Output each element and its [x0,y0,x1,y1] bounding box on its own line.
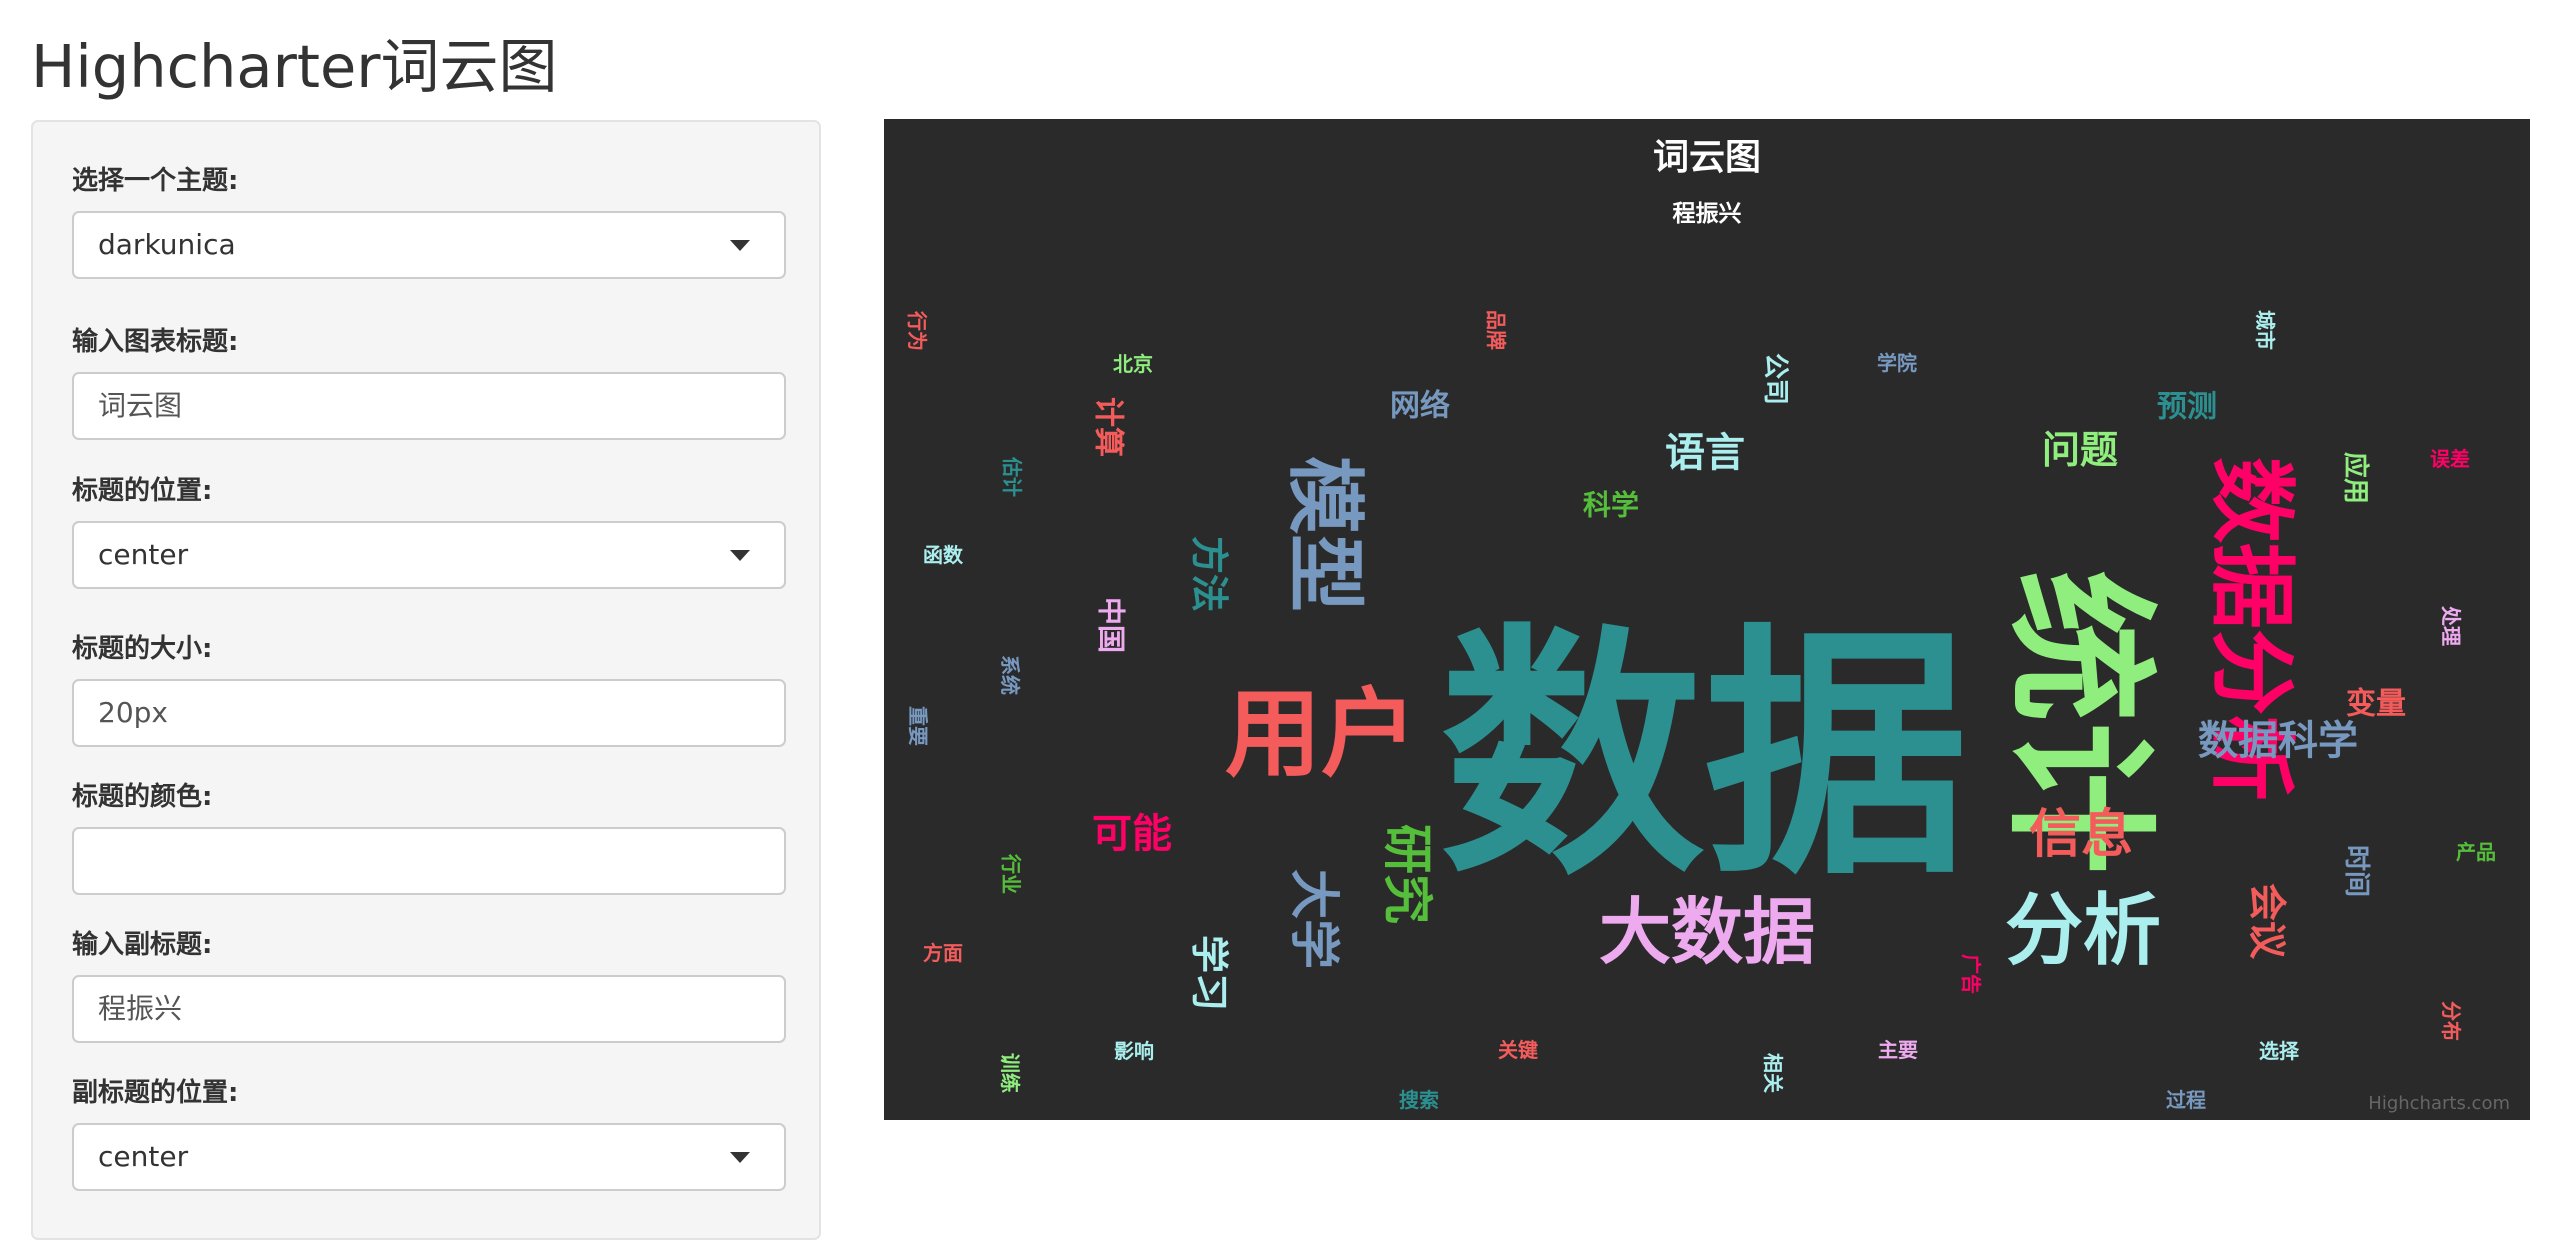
word-29[interactable]: 品牌 [1484,310,1508,350]
word-4[interactable]: 模型 [1279,456,1369,612]
settings-sidebar: 选择一个主题: darkunica 输入图表标题: 标题的位置: center … [31,120,821,1240]
word-34[interactable]: 系统 [998,655,1022,695]
word-43[interactable]: 关键 [1498,1038,1538,1062]
word-38[interactable]: 产品 [2456,840,2496,864]
chevron-down-icon [730,550,750,561]
title-position-value: center [98,538,189,571]
word-39[interactable]: 方面 [923,941,963,965]
theme-select-value: darkunica [98,228,236,261]
word-44[interactable]: 相关 [1761,1053,1785,1093]
word-42[interactable]: 影响 [1114,1039,1154,1063]
subtitle-position-label: 副标题的位置: [72,1078,239,1108]
subtitle-position-value: center [98,1140,189,1173]
chart-title-label: 输入图表标题: [72,327,239,357]
subtitle-field [72,975,786,1043]
title-size-field [72,679,786,747]
subtitle-input[interactable] [98,977,760,1041]
page-title: Highcharter词云图 [31,32,558,101]
chart-title-input[interactable] [98,374,760,438]
word-8[interactable]: 数据科学 [2198,718,2358,764]
word-15[interactable]: 学习 [1187,935,1231,1011]
word-22[interactable]: 中国 [1095,597,1128,653]
chart-subtitle: 程振兴 [1673,200,1742,227]
word-45[interactable]: 主要 [1878,1038,1918,1062]
word-26[interactable]: 北京 [1113,352,1153,376]
word-40[interactable]: 广告 [1959,954,1983,994]
word-23[interactable]: 应用 [2340,452,2371,504]
word-14[interactable]: 方法 [1187,536,1231,612]
word-24[interactable]: 公司 [1760,353,1790,405]
words-layer: 数据 统计 数据分析用户模型大数据 分析信息数据科学研究大学语言可能问题方法学习会议变… [905,310,2496,1112]
word-47[interactable]: 分布 [2439,1001,2463,1041]
word-11[interactable]: 语言 [1665,430,1745,476]
theme-label: 选择一个主题: [72,166,239,196]
word-46[interactable]: 选择 [2259,1039,2300,1063]
word-19[interactable]: 网络 [1390,389,1450,424]
word-9[interactable]: 研究 [1378,824,1436,924]
word-30[interactable]: 城市 [2253,310,2277,350]
word-36[interactable]: 处理 [2439,605,2463,646]
wordcloud-svg: 词云图 程振兴 数据 统计 数据分析用户模型大数据 分析信息数据科学研究大学语言可能问… [905,137,2510,1114]
chart-title: 词云图 [1653,137,1761,178]
word-25[interactable]: 时间 [2341,845,2371,897]
title-color-label: 标题的颜色: [72,782,213,812]
word-48[interactable]: 搜索 [1399,1088,1439,1112]
theme-select[interactable]: darkunica [72,211,786,279]
highcharts-credits[interactable]: Highcharts.com [2368,1093,2510,1114]
wordcloud-chart: 词云图 程振兴 数据 统计 数据分析 用户 模型 大数据 分析 信息 数据科学 研究 大学 语言 可能问… [884,119,2530,1120]
word-18[interactable]: 预测 [2157,390,2217,425]
word-10[interactable]: 大学 [1285,869,1343,969]
chart-title-field [72,372,786,440]
title-position-label: 标题的位置: [72,476,213,506]
word-7[interactable]: 信息 [2029,805,2133,865]
word-32[interactable]: 估计 [1000,456,1024,497]
word-13[interactable]: 问题 [2042,428,2118,472]
word-49[interactable]: 过程 [2166,1088,2206,1112]
word-3[interactable]: 用户 [1225,678,1417,790]
word-27[interactable]: 学院 [1877,351,1917,375]
word-5[interactable]: 大数据 [1599,890,1815,974]
chevron-down-icon [730,1152,750,1163]
subtitle-position-select[interactable]: center [72,1123,786,1191]
word-41[interactable]: 训练 [998,1053,1022,1093]
chevron-down-icon [730,240,750,251]
title-size-input[interactable] [98,681,760,745]
word-31[interactable]: 误差 [2430,447,2470,471]
word-12[interactable]: 可能 [1092,811,1172,857]
title-color-input[interactable] [98,829,760,893]
word-0[interactable]: 数据 [1440,604,1968,911]
word-37[interactable]: 行业 [999,853,1023,894]
title-color-field [72,827,786,895]
word-28[interactable]: 行为 [905,310,929,351]
title-size-label: 标题的大小: [72,634,213,664]
word-21[interactable]: 科学 [1583,489,1639,522]
title-position-select[interactable]: center [72,521,786,589]
word-17[interactable]: 变量 [2346,687,2406,722]
word-33[interactable]: 函数 [923,543,964,567]
word-6[interactable]: 分析 [2005,886,2161,976]
word-16[interactable]: 会议 [2245,883,2289,960]
word-35[interactable]: 重要 [906,706,930,746]
word-20[interactable]: 计算 [1091,397,1126,457]
subtitle-label: 输入副标题: [72,930,213,960]
